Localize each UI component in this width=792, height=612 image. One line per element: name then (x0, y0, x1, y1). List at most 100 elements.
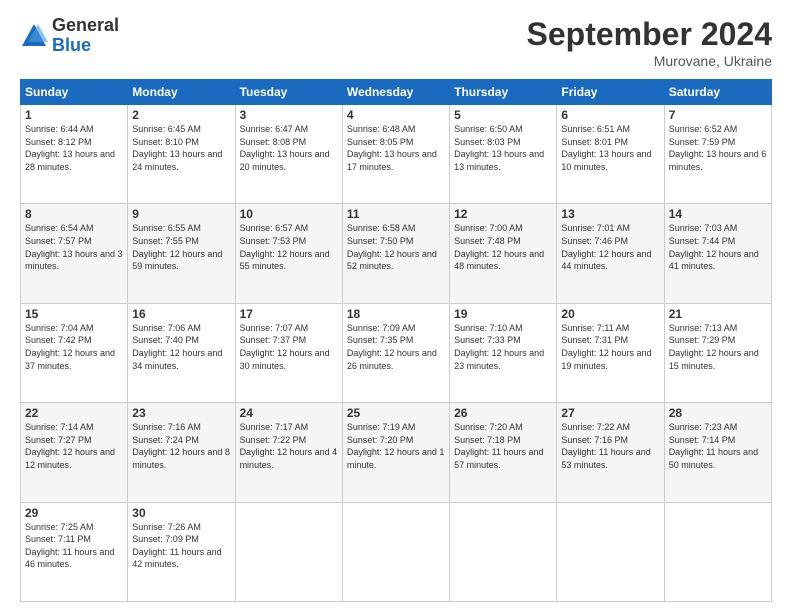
day-number: 5 (454, 108, 552, 122)
day-number: 25 (347, 406, 445, 420)
day-number: 3 (240, 108, 338, 122)
table-row: 29Sunrise: 7:25 AMSunset: 7:11 PMDayligh… (21, 502, 128, 601)
col-wednesday: Wednesday (342, 80, 449, 105)
calendar-week-4: 29Sunrise: 7:25 AMSunset: 7:11 PMDayligh… (21, 502, 772, 601)
table-row: 6Sunrise: 6:51 AMSunset: 8:01 PMDaylight… (557, 105, 664, 204)
day-info: Sunrise: 7:19 AMSunset: 7:20 PMDaylight:… (347, 421, 445, 471)
day-number: 23 (132, 406, 230, 420)
day-info: Sunrise: 7:09 AMSunset: 7:35 PMDaylight:… (347, 322, 445, 372)
table-row: 18Sunrise: 7:09 AMSunset: 7:35 PMDayligh… (342, 303, 449, 402)
day-info: Sunrise: 7:13 AMSunset: 7:29 PMDaylight:… (669, 322, 767, 372)
col-tuesday: Tuesday (235, 80, 342, 105)
table-row: 28Sunrise: 7:23 AMSunset: 7:14 PMDayligh… (664, 403, 771, 502)
day-number: 1 (25, 108, 123, 122)
day-number: 14 (669, 207, 767, 221)
table-row: 13Sunrise: 7:01 AMSunset: 7:46 PMDayligh… (557, 204, 664, 303)
day-info: Sunrise: 7:22 AMSunset: 7:16 PMDaylight:… (561, 421, 659, 471)
calendar-week-2: 15Sunrise: 7:04 AMSunset: 7:42 PMDayligh… (21, 303, 772, 402)
location: Murovane, Ukraine (527, 53, 772, 69)
day-info: Sunrise: 6:55 AMSunset: 7:55 PMDaylight:… (132, 222, 230, 272)
day-number: 19 (454, 307, 552, 321)
col-thursday: Thursday (450, 80, 557, 105)
day-number: 7 (669, 108, 767, 122)
day-number: 6 (561, 108, 659, 122)
table-row: 1Sunrise: 6:44 AMSunset: 8:12 PMDaylight… (21, 105, 128, 204)
table-row: 20Sunrise: 7:11 AMSunset: 7:31 PMDayligh… (557, 303, 664, 402)
table-row: 24Sunrise: 7:17 AMSunset: 7:22 PMDayligh… (235, 403, 342, 502)
day-number: 15 (25, 307, 123, 321)
day-info: Sunrise: 7:00 AMSunset: 7:48 PMDaylight:… (454, 222, 552, 272)
table-row: 19Sunrise: 7:10 AMSunset: 7:33 PMDayligh… (450, 303, 557, 402)
calendar-table: Sunday Monday Tuesday Wednesday Thursday… (20, 79, 772, 602)
table-row: 9Sunrise: 6:55 AMSunset: 7:55 PMDaylight… (128, 204, 235, 303)
table-row (342, 502, 449, 601)
day-info: Sunrise: 7:01 AMSunset: 7:46 PMDaylight:… (561, 222, 659, 272)
table-row (450, 502, 557, 601)
day-number: 13 (561, 207, 659, 221)
table-row: 4Sunrise: 6:48 AMSunset: 8:05 PMDaylight… (342, 105, 449, 204)
day-number: 24 (240, 406, 338, 420)
day-info: Sunrise: 7:10 AMSunset: 7:33 PMDaylight:… (454, 322, 552, 372)
title-block: September 2024 Murovane, Ukraine (527, 16, 772, 69)
day-info: Sunrise: 7:04 AMSunset: 7:42 PMDaylight:… (25, 322, 123, 372)
day-info: Sunrise: 6:47 AMSunset: 8:08 PMDaylight:… (240, 123, 338, 173)
day-number: 16 (132, 307, 230, 321)
day-number: 9 (132, 207, 230, 221)
day-info: Sunrise: 6:45 AMSunset: 8:10 PMDaylight:… (132, 123, 230, 173)
table-row: 30Sunrise: 7:26 AMSunset: 7:09 PMDayligh… (128, 502, 235, 601)
col-saturday: Saturday (664, 80, 771, 105)
table-row: 25Sunrise: 7:19 AMSunset: 7:20 PMDayligh… (342, 403, 449, 502)
day-number: 8 (25, 207, 123, 221)
logo: General Blue (20, 16, 119, 56)
table-row: 10Sunrise: 6:57 AMSunset: 7:53 PMDayligh… (235, 204, 342, 303)
day-info: Sunrise: 7:20 AMSunset: 7:18 PMDaylight:… (454, 421, 552, 471)
day-number: 27 (561, 406, 659, 420)
header: General Blue September 2024 Murovane, Uk… (20, 16, 772, 69)
day-number: 2 (132, 108, 230, 122)
col-friday: Friday (557, 80, 664, 105)
day-number: 20 (561, 307, 659, 321)
day-number: 26 (454, 406, 552, 420)
table-row: 5Sunrise: 6:50 AMSunset: 8:03 PMDaylight… (450, 105, 557, 204)
day-number: 4 (347, 108, 445, 122)
calendar-week-1: 8Sunrise: 6:54 AMSunset: 7:57 PMDaylight… (21, 204, 772, 303)
day-info: Sunrise: 6:57 AMSunset: 7:53 PMDaylight:… (240, 222, 338, 272)
table-row (235, 502, 342, 601)
table-row: 17Sunrise: 7:07 AMSunset: 7:37 PMDayligh… (235, 303, 342, 402)
day-number: 10 (240, 207, 338, 221)
logo-text: General Blue (52, 16, 119, 56)
day-number: 17 (240, 307, 338, 321)
day-info: Sunrise: 7:03 AMSunset: 7:44 PMDaylight:… (669, 222, 767, 272)
day-info: Sunrise: 7:26 AMSunset: 7:09 PMDaylight:… (132, 521, 230, 571)
day-number: 11 (347, 207, 445, 221)
table-row: 14Sunrise: 7:03 AMSunset: 7:44 PMDayligh… (664, 204, 771, 303)
calendar-week-3: 22Sunrise: 7:14 AMSunset: 7:27 PMDayligh… (21, 403, 772, 502)
table-row: 11Sunrise: 6:58 AMSunset: 7:50 PMDayligh… (342, 204, 449, 303)
day-info: Sunrise: 6:50 AMSunset: 8:03 PMDaylight:… (454, 123, 552, 173)
day-info: Sunrise: 7:11 AMSunset: 7:31 PMDaylight:… (561, 322, 659, 372)
day-info: Sunrise: 7:17 AMSunset: 7:22 PMDaylight:… (240, 421, 338, 471)
table-row: 27Sunrise: 7:22 AMSunset: 7:16 PMDayligh… (557, 403, 664, 502)
table-row: 16Sunrise: 7:06 AMSunset: 7:40 PMDayligh… (128, 303, 235, 402)
page: General Blue September 2024 Murovane, Uk… (0, 0, 792, 612)
table-row: 22Sunrise: 7:14 AMSunset: 7:27 PMDayligh… (21, 403, 128, 502)
day-info: Sunrise: 7:23 AMSunset: 7:14 PMDaylight:… (669, 421, 767, 471)
table-row: 8Sunrise: 6:54 AMSunset: 7:57 PMDaylight… (21, 204, 128, 303)
day-info: Sunrise: 6:54 AMSunset: 7:57 PMDaylight:… (25, 222, 123, 272)
table-row: 3Sunrise: 6:47 AMSunset: 8:08 PMDaylight… (235, 105, 342, 204)
day-info: Sunrise: 6:58 AMSunset: 7:50 PMDaylight:… (347, 222, 445, 272)
month-title: September 2024 (527, 16, 772, 53)
table-row: 21Sunrise: 7:13 AMSunset: 7:29 PMDayligh… (664, 303, 771, 402)
day-info: Sunrise: 6:44 AMSunset: 8:12 PMDaylight:… (25, 123, 123, 173)
day-info: Sunrise: 6:48 AMSunset: 8:05 PMDaylight:… (347, 123, 445, 173)
day-number: 30 (132, 506, 230, 520)
day-number: 28 (669, 406, 767, 420)
table-row: 12Sunrise: 7:00 AMSunset: 7:48 PMDayligh… (450, 204, 557, 303)
table-row (557, 502, 664, 601)
day-number: 18 (347, 307, 445, 321)
day-info: Sunrise: 7:16 AMSunset: 7:24 PMDaylight:… (132, 421, 230, 471)
col-monday: Monday (128, 80, 235, 105)
logo-blue: Blue (52, 36, 119, 56)
day-info: Sunrise: 7:07 AMSunset: 7:37 PMDaylight:… (240, 322, 338, 372)
table-row (664, 502, 771, 601)
